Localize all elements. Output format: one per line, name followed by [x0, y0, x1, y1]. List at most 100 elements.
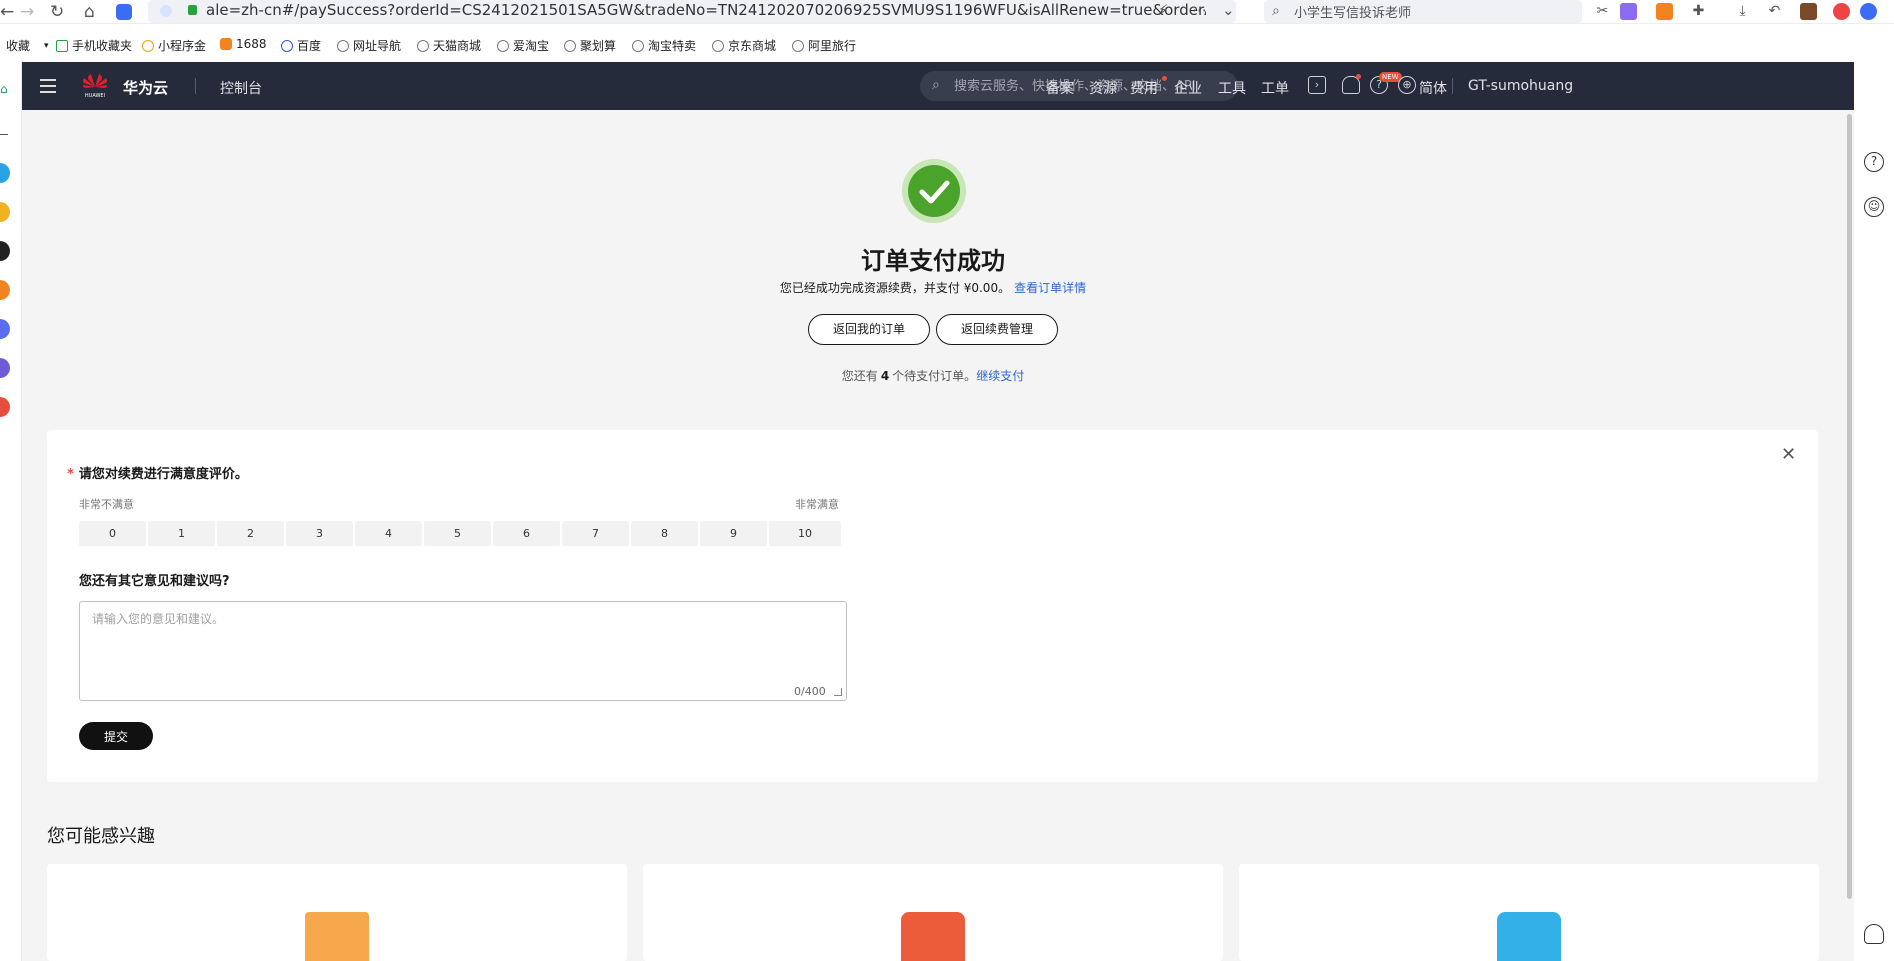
submit-button[interactable]: 提交: [79, 722, 153, 750]
back-to-renewal-button[interactable]: 返回续费管理: [936, 314, 1058, 345]
high-score-label: 非常满意: [795, 498, 839, 511]
help-icon[interactable]: ?: [1864, 152, 1884, 172]
headset-icon[interactable]: [1864, 924, 1884, 944]
more-icon[interactable]: ⋯: [1192, 1, 1207, 19]
star-icon[interactable]: [0, 202, 10, 222]
recommendation-card[interactable]: [643, 864, 1223, 961]
home-icon[interactable]: ⌂: [0, 82, 8, 96]
success-check-icon: [902, 159, 966, 223]
search-icon: ⌕: [1272, 3, 1280, 19]
bookmark-item[interactable]: 聚划算: [564, 37, 616, 54]
huawei-logo[interactable]: HUAWEI: [80, 71, 110, 99]
scrollbar-thumb[interactable]: [1847, 114, 1852, 899]
smiley-icon[interactable]: ☺: [1864, 197, 1884, 217]
satisfaction-survey: ✕ * 请您对续费进行满意度评价。 非常不满意 非常满意 0 1 2 3 4 5 …: [47, 430, 1818, 782]
rating-option-8[interactable]: 8: [631, 521, 698, 546]
console-link[interactable]: 控制台: [220, 78, 262, 98]
browser-app-icon[interactable]: [1833, 3, 1850, 20]
nav-billing[interactable]: 费用: [1130, 78, 1158, 98]
scissors-icon[interactable]: ✂: [1594, 3, 1611, 20]
browser-toolbar: ← → ↻ ⌂ ale=zh-cn#/paySuccess?orderId=CS…: [0, 0, 1894, 24]
baidu-icon: [281, 39, 293, 52]
bookmark-item[interactable]: 网址导航: [337, 37, 401, 54]
puzzle-icon[interactable]: ✚: [1690, 3, 1707, 20]
nav-resources[interactable]: 资源: [1089, 78, 1117, 98]
bookmark-item[interactable]: 1688: [220, 37, 267, 51]
browser-search-text[interactable]: 小学生写信投诉老师: [1294, 2, 1411, 21]
extension-icon[interactable]: [0, 163, 10, 183]
globe-icon: [417, 39, 429, 52]
brand-name[interactable]: 华为云: [123, 77, 168, 98]
home-icon[interactable]: ⌂: [84, 2, 95, 22]
bookmark-item[interactable]: 百度: [281, 37, 321, 54]
undo-icon[interactable]: ↶: [1766, 3, 1783, 20]
cloud-server-icon: [901, 912, 965, 961]
bookmark-item[interactable]: 阿里旅行: [792, 37, 856, 54]
globe-icon: [497, 39, 509, 52]
bookmark-item[interactable]: 爱淘宝: [497, 37, 549, 54]
rating-option-9[interactable]: 9: [700, 521, 767, 546]
menu-icon[interactable]: [40, 79, 56, 93]
recommendation-card[interactable]: [1239, 864, 1819, 961]
rating-option-0[interactable]: 0: [79, 521, 146, 546]
resize-handle-icon[interactable]: [834, 688, 842, 696]
recommendation-card[interactable]: [47, 864, 627, 961]
bookmark-item[interactable]: 天猫商城: [417, 37, 481, 54]
globe-icon: [337, 39, 349, 52]
rating-option-3[interactable]: 3: [286, 521, 353, 546]
language-switch[interactable]: 简体: [1419, 78, 1447, 98]
chevron-down-icon[interactable]: ⌄: [1222, 1, 1235, 19]
download-icon[interactable]: ⤓: [1734, 3, 1751, 20]
page-scrollbar[interactable]: [1844, 110, 1854, 961]
ai-icon[interactable]: [1860, 3, 1877, 20]
url-text[interactable]: ale=zh-cn#/paySuccess?orderId=CS24120215…: [206, 1, 1206, 19]
bookmark-item[interactable]: 小程序金: [142, 37, 206, 54]
rating-option-2[interactable]: 2: [217, 521, 284, 546]
close-icon[interactable]: ✕: [1781, 444, 1796, 465]
rating-option-7[interactable]: 7: [562, 521, 629, 546]
minus-icon[interactable]: [0, 134, 8, 135]
extension-icon[interactable]: [0, 319, 10, 339]
rating-option-5[interactable]: 5: [424, 521, 491, 546]
rating-option-4[interactable]: 4: [355, 521, 422, 546]
browser-search-box[interactable]: ⌕ 小学生写信投诉老师: [1264, 0, 1582, 23]
feedback-textarea[interactable]: [80, 602, 846, 700]
forward-icon[interactable]: →: [20, 2, 34, 22]
translate-icon[interactable]: [1620, 3, 1637, 20]
bookmarks-bar: 收藏 ▾ 手机收藏夹 小程序金 1688 百度 网址导航 天猫商城 爱淘宝 聚划算…: [0, 24, 1894, 62]
continue-pay-link[interactable]: 继续支付: [976, 369, 1024, 383]
nav-enterprise[interactable]: 企业: [1174, 78, 1202, 98]
back-icon[interactable]: ←: [0, 2, 14, 22]
pending-count: 4: [880, 369, 890, 383]
bookmark-item[interactable]: 手机收藏夹: [56, 37, 132, 54]
globe-icon[interactable]: ⊕: [1398, 76, 1416, 94]
flash-icon[interactable]: ⚡: [1158, 1, 1169, 19]
nav-tools[interactable]: 工具: [1218, 78, 1246, 98]
rating-option-6[interactable]: 6: [493, 521, 560, 546]
nav-tickets[interactable]: 工单: [1261, 78, 1289, 98]
address-bar[interactable]: ale=zh-cn#/paySuccess?orderId=CS24120215…: [148, 0, 1236, 23]
order-detail-link[interactable]: 查看订单详情: [1014, 281, 1086, 295]
nav-beian[interactable]: 备案: [1046, 78, 1074, 98]
reload-icon[interactable]: ↻: [50, 2, 64, 22]
ai-assistant-icon[interactable]: [116, 4, 132, 20]
extension-icon[interactable]: [0, 397, 10, 417]
back-to-orders-button[interactable]: 返回我的订单: [808, 314, 930, 345]
bookmark-favorites[interactable]: 收藏 ▾: [6, 37, 49, 54]
page-title: 订单支付成功: [861, 247, 1005, 275]
notification-dot: [1356, 74, 1361, 79]
recommendations-title: 您可能感兴趣: [47, 826, 155, 847]
briefcase-icon[interactable]: [1800, 3, 1817, 20]
bookmark-item[interactable]: 京东商城: [712, 37, 776, 54]
bookmark-item[interactable]: 淘宝特卖: [632, 37, 696, 54]
user-menu[interactable]: GT-sumohuang: [1468, 78, 1573, 94]
game-icon[interactable]: [1656, 3, 1673, 20]
globe-icon: [792, 39, 804, 52]
globe-icon: [632, 39, 644, 52]
survey-question-feedback: 您还有其它意见和建议吗?: [79, 574, 230, 589]
cloud-phone-icon: [1497, 912, 1561, 961]
rating-option-1[interactable]: 1: [148, 521, 215, 546]
globe-icon: [712, 39, 724, 52]
rating-option-10[interactable]: 10: [769, 521, 841, 546]
terminal-icon[interactable]: ›: [1308, 76, 1326, 94]
